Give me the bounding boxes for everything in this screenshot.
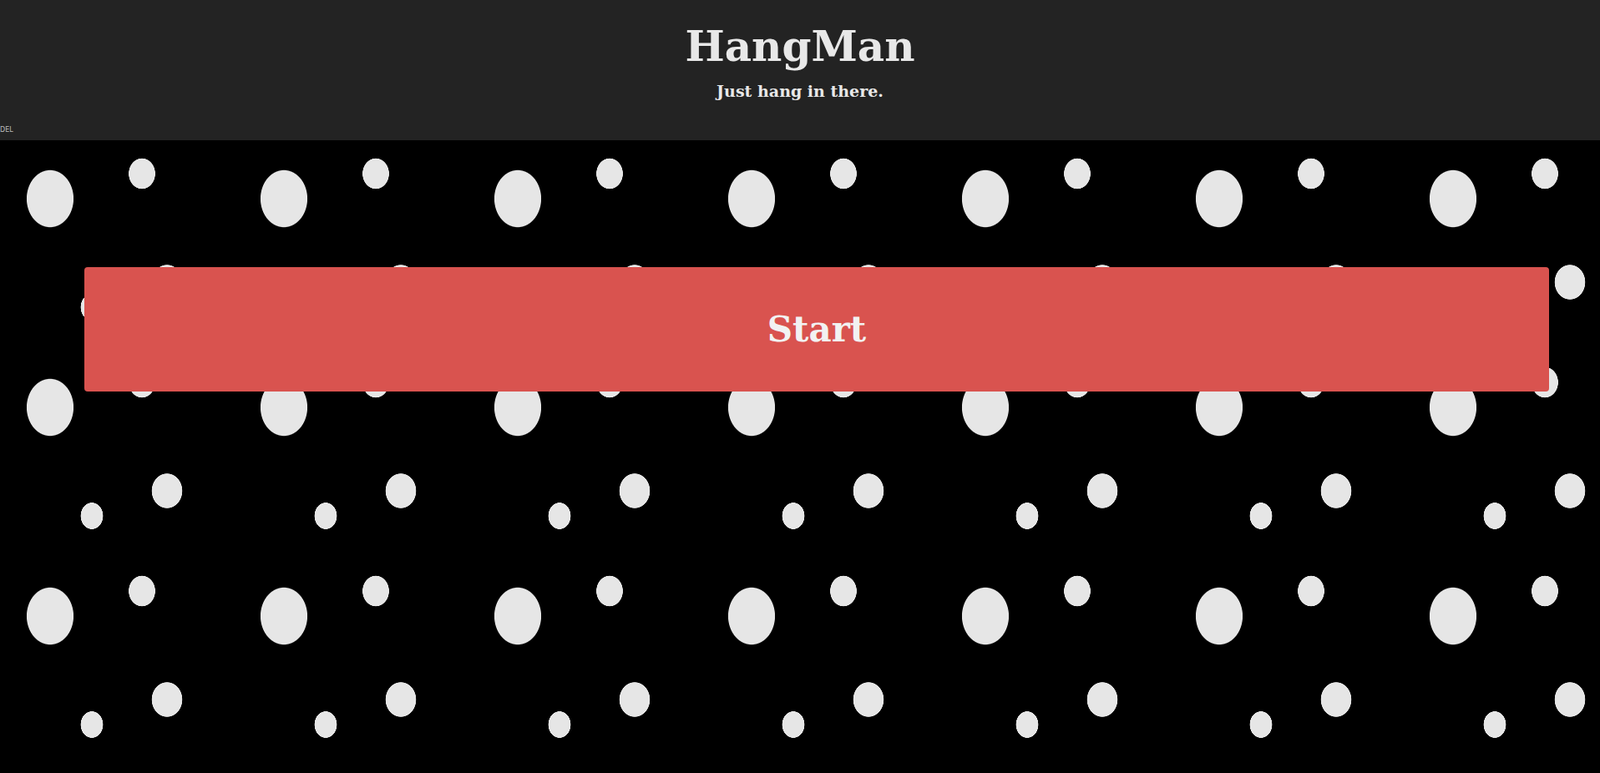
title: HangMan [684, 21, 915, 72]
skull-background-image: Start [0, 140, 1600, 773]
subtitle: Just hang in there. [716, 81, 884, 102]
hangman-page: HangMan Just hang in there. DEL Start [0, 0, 1600, 773]
header: HangMan Just hang in there. DEL [0, 0, 1600, 141]
start-button[interactable]: Start [84, 267, 1550, 392]
corner-label: DEL [0, 126, 14, 134]
